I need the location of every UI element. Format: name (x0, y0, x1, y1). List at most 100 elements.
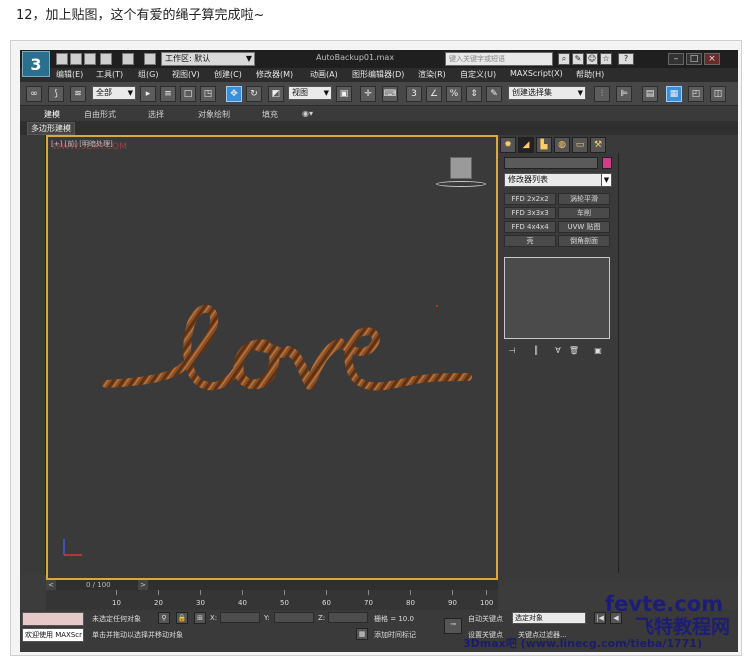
time-slider[interactable]: < 0 / 100 > (46, 580, 498, 590)
menu-help[interactable]: 帮助(H) (576, 69, 604, 80)
polygon-modeling-button[interactable]: 多边形建模 (27, 122, 75, 135)
menu-modifiers[interactable]: 修改器(M) (256, 69, 293, 80)
remove-modifier-icon[interactable]: 🗑 (568, 345, 580, 357)
align-icon[interactable]: ⊫ (616, 86, 632, 102)
create-tab-icon[interactable]: ✹ (500, 137, 516, 153)
x-coordinate-field[interactable] (220, 612, 260, 623)
layer-manager-icon[interactable]: ▤ (642, 86, 658, 102)
spinner-snap-icon[interactable]: ⇕ (466, 86, 482, 102)
maxscript-mini-listener[interactable] (22, 612, 84, 626)
hierarchy-tab-icon[interactable]: ▙ (536, 137, 552, 153)
save-file-icon[interactable] (84, 53, 96, 65)
link-icon[interactable]: ∞ (26, 86, 42, 102)
menu-group[interactable]: 组(G) (138, 69, 158, 80)
new-file-icon[interactable] (56, 53, 68, 65)
select-object-icon[interactable]: ▸ (140, 86, 156, 102)
tab-populate[interactable]: 填充 (262, 109, 278, 120)
minimize-icon[interactable]: – (668, 53, 684, 65)
z-coordinate-field[interactable] (328, 612, 368, 623)
help-icon[interactable]: ? (618, 53, 634, 65)
edit-named-selection-icon[interactable]: ✎ (486, 86, 502, 102)
pivot-center-icon[interactable]: ▣ (336, 86, 352, 102)
utilities-tab-icon[interactable]: ⚒ (590, 137, 606, 153)
tab-freeform[interactable]: 自由形式 (84, 109, 116, 120)
ffd3-button[interactable]: FFD 3x3x3 (504, 207, 556, 219)
star-icon[interactable]: ☆ (600, 53, 612, 65)
tab-modeling[interactable]: 建模 (44, 109, 60, 120)
tab-object-paint[interactable]: 对象绘制 (198, 109, 230, 120)
rope-love-object[interactable] (48, 137, 496, 578)
select-manipulate-icon[interactable]: ✛ (360, 86, 376, 102)
object-name-field[interactable] (504, 157, 598, 169)
maximize-icon[interactable]: □ (686, 53, 702, 65)
workspace-dropdown[interactable]: 工作区: 默认 ▼ (161, 52, 255, 66)
isolate-selection-icon[interactable]: ⚲ (158, 612, 170, 624)
schematic-view-icon[interactable]: ◫ (710, 86, 726, 102)
undo-icon[interactable] (100, 53, 112, 65)
object-color-swatch[interactable] (602, 157, 612, 169)
turbosmooth-button[interactable]: 涡轮平滑 (558, 193, 610, 205)
select-by-name-icon[interactable]: ≡ (160, 86, 176, 102)
menu-graph-editors[interactable]: 图形编辑器(D) (352, 69, 404, 80)
bevel-profile-button[interactable]: 倒角剖面 (558, 235, 610, 247)
menu-create[interactable]: 创建(C) (214, 69, 242, 80)
tab-selection[interactable]: 选择 (148, 109, 164, 120)
add-time-tag[interactable]: 添加时间标记 (374, 630, 416, 640)
menu-animation[interactable]: 动画(A) (310, 69, 338, 80)
prev-frame-icon[interactable]: < (46, 580, 56, 590)
menu-maxscript[interactable]: MAXScript(X) (510, 69, 563, 78)
modifier-stack-list[interactable] (504, 257, 610, 339)
bind-spacewarp-icon[interactable]: ≋ (70, 86, 86, 102)
shell-button[interactable]: 壳 (504, 235, 556, 247)
lathe-button[interactable]: 车削 (558, 207, 610, 219)
front-viewport[interactable]: WWW.3DXY.COM [+] [前] [明暗处理] (46, 135, 498, 580)
curve-editor-icon[interactable]: ◰ (688, 86, 704, 102)
time-tag-icon[interactable]: ▦ (356, 628, 368, 640)
modify-tab-icon[interactable]: ◢ (518, 137, 534, 153)
app-logo-icon[interactable]: 3 (22, 51, 50, 77)
make-unique-icon[interactable]: ∀ (552, 345, 564, 357)
ribbon-options-icon[interactable]: ◉▾ (302, 109, 313, 118)
person-icon[interactable]: ☺ (586, 53, 598, 65)
mirror-icon[interactable]: ⫶ (594, 86, 610, 102)
rectangular-selection-icon[interactable]: □ (180, 86, 196, 102)
key-mode-dropdown[interactable]: 选定对象 (512, 612, 586, 624)
selection-filter-dropdown[interactable]: 全部 ▼ (92, 86, 136, 100)
modifier-list-dropdown[interactable]: 修改器列表 ▼ (504, 173, 612, 187)
project-folder-icon[interactable] (144, 53, 156, 65)
configure-sets-icon[interactable]: ▣ (592, 345, 604, 357)
binoculars-icon[interactable]: ⌕ (558, 53, 570, 65)
pin-stack-icon[interactable]: ⊣ (506, 345, 518, 357)
set-key-icon[interactable]: ⊸ (444, 618, 462, 634)
select-move-icon[interactable]: ✥ (226, 86, 242, 102)
menu-rendering[interactable]: 渲染(R) (418, 69, 446, 80)
open-file-icon[interactable] (70, 53, 82, 65)
percent-snap-icon[interactable]: % (446, 86, 462, 102)
snaps-toggle-icon[interactable]: 3 (406, 86, 422, 102)
close-icon[interactable]: × (704, 53, 720, 65)
maxscript-welcome[interactable]: 欢迎使用 MAXScr (22, 628, 84, 642)
ffd2-button[interactable]: FFD 2x2x2 (504, 193, 556, 205)
angle-snap-icon[interactable]: ∠ (426, 86, 442, 102)
redo-icon[interactable] (122, 53, 134, 65)
ffd4-button[interactable]: FFD 4x4x4 (504, 221, 556, 233)
graphite-toggle-icon[interactable]: ▦ (666, 86, 682, 102)
menu-edit[interactable]: 编辑(E) (56, 69, 83, 80)
menu-tools[interactable]: 工具(T) (96, 69, 123, 80)
menu-views[interactable]: 视图(V) (172, 69, 200, 80)
auto-key-button[interactable]: 自动关键点 (468, 614, 503, 624)
named-selection-dropdown[interactable]: 创建选择集 ▼ (508, 86, 586, 100)
uvw-map-button[interactable]: UVW 贴图 (558, 221, 610, 233)
lock-selection-icon[interactable]: 🔒 (176, 612, 188, 624)
y-coordinate-field[interactable] (274, 612, 314, 623)
display-tab-icon[interactable]: ▭ (572, 137, 588, 153)
select-scale-icon[interactable]: ◩ (268, 86, 284, 102)
next-frame-icon[interactable]: > (138, 580, 148, 590)
track-bar[interactable]: 10 20 30 40 50 60 70 80 90 100 (46, 590, 498, 610)
reference-coord-dropdown[interactable]: 视图 ▼ (288, 86, 332, 100)
show-end-result-icon[interactable]: ║ (530, 345, 542, 357)
select-rotate-icon[interactable]: ↻ (246, 86, 262, 102)
search-input[interactable]: 键入关键字或短语 (445, 52, 553, 66)
unlink-icon[interactable]: ⟆ (48, 86, 64, 102)
menu-customize[interactable]: 自定义(U) (460, 69, 496, 80)
